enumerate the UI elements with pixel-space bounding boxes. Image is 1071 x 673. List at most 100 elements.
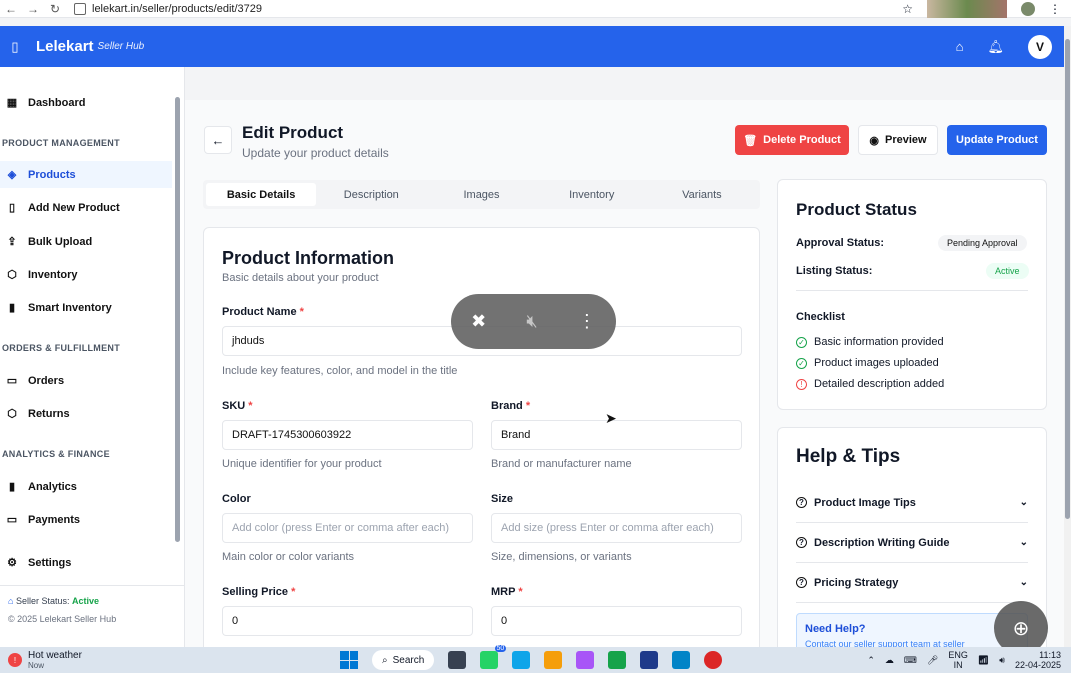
bell-icon[interactable]: 🔔︎	[987, 39, 1004, 55]
weather-widget[interactable]: ! Hot weather Now	[0, 650, 340, 670]
size-input[interactable]: Add size (press Enter or comma after eac…	[491, 513, 742, 543]
grid-icon: ▦	[6, 97, 18, 109]
site-info-icon[interactable]	[74, 2, 86, 15]
accordion-description-guide[interactable]: ? Description Writing Guide ⌄	[796, 523, 1028, 563]
sidebar-item-add-new-product[interactable]: ▯ Add New Product	[0, 194, 172, 221]
sku-label: SKU *	[222, 400, 253, 412]
layers-icon: ◈	[7, 169, 17, 181]
clock[interactable]: 11:13 22-04-2025	[1015, 650, 1061, 670]
sidebar-item-label: Settings	[28, 556, 72, 569]
approval-status-badge: Pending Approval	[938, 235, 1027, 251]
sidebar-toggle-icon[interactable]: ▯	[0, 39, 30, 55]
mrp-label: MRP *	[491, 586, 523, 598]
sidebar-item-orders[interactable]: ▭ Orders	[0, 367, 172, 394]
accordion-label: Pricing Strategy	[814, 576, 899, 589]
tab-variants[interactable]: Variants	[647, 183, 757, 206]
tab-description[interactable]: Description	[316, 183, 426, 206]
required-mark: *	[248, 400, 253, 412]
forward-arrow-icon[interactable]: →	[22, 2, 44, 16]
tab-basic-details[interactable]: Basic Details	[206, 183, 317, 206]
label-text: Selling Price	[222, 586, 289, 598]
browser-menu-icon[interactable]: ⋮	[1049, 2, 1061, 16]
color-input[interactable]: Add color (press Enter or comma after ea…	[222, 513, 473, 543]
windows-start-icon[interactable]	[340, 651, 358, 669]
store-app-icon[interactable]	[640, 651, 659, 669]
status-title: Product Status	[796, 200, 917, 219]
help-circle-icon: ?	[796, 537, 807, 548]
back-arrow-icon[interactable]: ←	[0, 2, 22, 16]
card-title: Product Information	[222, 248, 394, 268]
profile-avatar[interactable]	[1021, 1, 1035, 16]
accordion-pricing-strategy[interactable]: ? Pricing Strategy ⌄	[796, 563, 1028, 603]
back-button[interactable]: ←	[204, 126, 232, 154]
media-control-overlay: ✖ 🔇︎ ⋮	[451, 294, 616, 349]
spreadsheet-icon[interactable]	[608, 651, 627, 669]
address-bar[interactable]: lelekart.in/seller/products/edit/3729	[74, 2, 262, 15]
sidebar-item-label: Dashboard	[28, 96, 86, 109]
sidebar-item-payments[interactable]: ▭ Payments	[0, 506, 172, 533]
more-options-icon[interactable]: ⋮	[578, 311, 596, 332]
update-product-button[interactable]: Update Product	[947, 125, 1047, 155]
selling-price-label: Selling Price *	[222, 586, 295, 598]
file-explorer-icon[interactable]	[544, 651, 563, 669]
sidebar-item-bulk-upload[interactable]: ⇪ Bulk Upload	[0, 228, 172, 255]
app-icon[interactable]	[512, 651, 531, 669]
chevron-up-icon[interactable]: ⌃	[867, 655, 875, 666]
sidebar-item-settings[interactable]: ⚙ Settings	[0, 549, 172, 576]
sidebar-item-dashboard[interactable]: ▦ Dashboard	[0, 89, 172, 116]
sidebar-item-returns[interactable]: ⬡ Returns	[0, 400, 172, 427]
microphone-icon[interactable]: 🎤︎	[927, 655, 938, 666]
unpin-icon[interactable]: ✖	[471, 311, 486, 332]
bookmark-icon: ▯	[8, 202, 16, 214]
sidebar-item-smart-inventory[interactable]: ▮ Smart Inventory	[0, 294, 172, 321]
help-title: Help & Tips	[796, 446, 901, 467]
checklist-item-label: Product images uploaded	[814, 357, 939, 369]
page-scroll-thumb[interactable]	[1065, 39, 1070, 519]
mute-icon[interactable]: 🔇︎	[526, 311, 537, 332]
whatsapp-icon[interactable]: 50	[480, 645, 507, 669]
lang-top: ENG	[948, 650, 968, 660]
checklist-item: ✓ Product images uploaded	[796, 357, 939, 369]
sidebar-item-analytics[interactable]: ▮ Analytics	[0, 473, 172, 500]
mrp-input[interactable]: 0	[491, 606, 742, 636]
help-circle-icon: ?	[796, 497, 807, 508]
taskbar-search[interactable]: ⌕ Search	[372, 650, 435, 670]
checklist-item: ! Detailed description added	[796, 378, 944, 390]
brand-logo[interactable]: Lelekart	[36, 38, 94, 55]
arrow-left-icon: ←	[211, 132, 225, 148]
card-subtitle: Basic details about your product	[222, 272, 379, 284]
sidebar-scroll-thumb[interactable]	[175, 97, 180, 542]
volume-icon[interactable]: 🔊︎	[999, 655, 1005, 666]
tab-images[interactable]: Images	[426, 183, 536, 206]
sidebar-scrollbar[interactable]	[174, 87, 180, 577]
wifi-icon[interactable]: 📶︎	[978, 655, 989, 666]
sku-input[interactable]: DRAFT-1745300603922	[222, 420, 473, 450]
sidebar-item-inventory[interactable]: ⬡ Inventory	[0, 261, 172, 288]
preview-button[interactable]: ◉ Preview	[858, 125, 938, 155]
page-scrollbar[interactable]	[1064, 26, 1071, 647]
delete-product-button[interactable]: 🗑︎ Delete Product	[735, 125, 849, 155]
selling-price-input[interactable]: 0	[222, 606, 473, 636]
reload-icon[interactable]: ↻	[44, 2, 66, 16]
product-name-hint: Include key features, color, and model i…	[222, 365, 458, 377]
keyboard-icon[interactable]: ⌨	[904, 655, 917, 666]
user-avatar[interactable]: V	[1028, 34, 1052, 59]
update-label: Update Product	[956, 134, 1038, 146]
language-indicator[interactable]: ENG IN	[948, 650, 968, 670]
cloud-icon[interactable]: ☁	[885, 655, 894, 666]
chrome-icon[interactable]	[704, 651, 723, 669]
bookmark-star-icon[interactable]: ☆	[902, 2, 913, 16]
edge-icon[interactable]	[672, 651, 691, 669]
listing-status-badge: Active	[986, 263, 1029, 279]
required-mark: *	[291, 586, 296, 598]
seller-status-label: Seller Status:	[15, 596, 70, 606]
task-view-icon[interactable]	[448, 651, 467, 669]
accordion-product-image-tips[interactable]: ? Product Image Tips ⌄	[796, 483, 1028, 523]
copilot-icon[interactable]	[576, 651, 595, 669]
sidebar-item-products[interactable]: ◈ Products	[0, 161, 172, 188]
bar-chart-icon: ▮	[8, 302, 16, 314]
sidebar-item-label: Smart Inventory	[28, 301, 112, 314]
tab-inventory[interactable]: Inventory	[537, 183, 647, 206]
store-icon[interactable]: ⌂	[956, 39, 964, 54]
size-label: Size	[491, 493, 514, 505]
